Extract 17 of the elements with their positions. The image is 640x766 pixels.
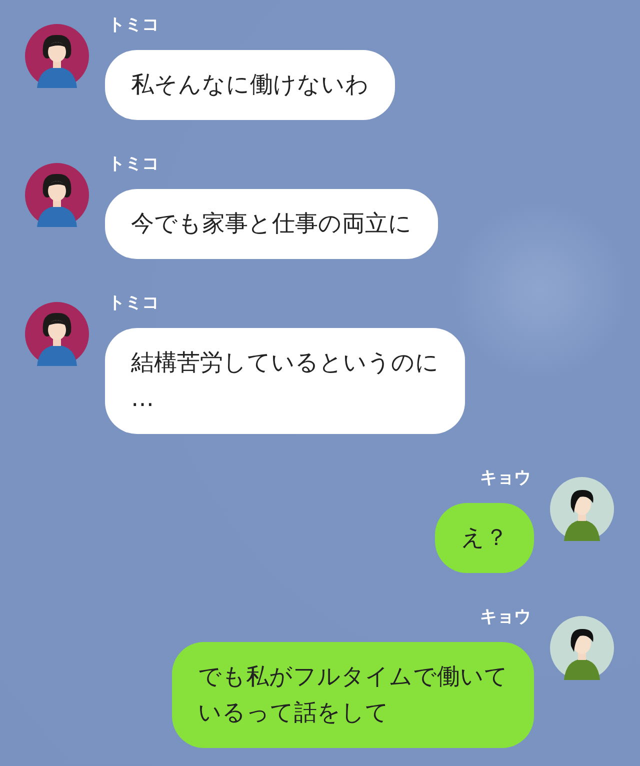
sender-name: キョウ bbox=[479, 467, 532, 490]
sender-name: トミコ bbox=[107, 14, 160, 37]
avatar bbox=[550, 477, 614, 541]
message-text: 私そんなに働けないわ bbox=[131, 71, 369, 100]
message-text: え？ bbox=[461, 524, 508, 553]
sender-name: キョウ bbox=[479, 606, 532, 629]
message-text: … bbox=[131, 385, 155, 414]
message-text: でも私がフルタイムで働いて bbox=[198, 663, 508, 692]
avatar bbox=[25, 163, 89, 227]
avatar bbox=[25, 302, 89, 366]
avatar bbox=[550, 616, 614, 680]
sender-name: トミコ bbox=[107, 292, 160, 315]
message-text: いるって話をして bbox=[198, 699, 390, 728]
message-text: 結構苦労しているというのに bbox=[131, 349, 439, 378]
sender-name: トミコ bbox=[107, 153, 160, 176]
message-text: 今でも家事と仕事の両立に bbox=[131, 210, 412, 239]
avatar bbox=[25, 24, 89, 88]
